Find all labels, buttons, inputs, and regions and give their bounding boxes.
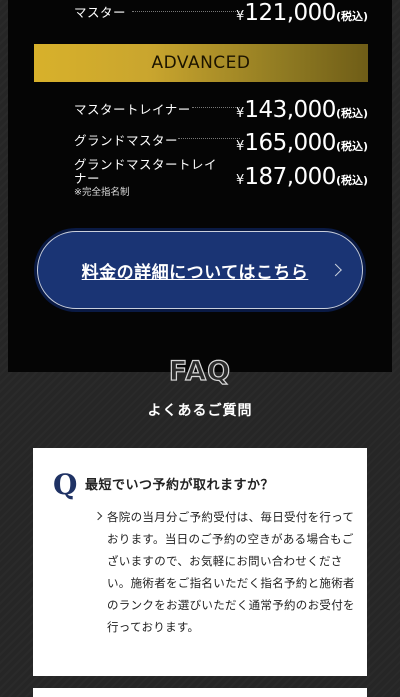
price-label: マスター: [74, 5, 127, 20]
price-value: ¥121,000(税込): [236, 0, 368, 26]
dotted-leader: [192, 107, 240, 108]
faq-question: 最短でいつ予約が取れますか？: [85, 478, 275, 493]
pricing-details-button[interactable]: 料金の詳細についてはこちら: [37, 231, 363, 309]
price-value: ¥187,000(税込): [236, 164, 368, 190]
advanced-label: ADVANCED: [151, 53, 251, 73]
faq-subtitle: よくあるご質問: [147, 403, 253, 419]
price-row-grand-master: グランドマスター ¥165,000(税込): [74, 126, 370, 156]
price-label: マスタートレイナー: [74, 102, 191, 117]
designation-note: ※完全指名制: [74, 187, 130, 198]
price-label: グランドマスター: [74, 133, 179, 148]
faq-answer: 各院の当月分ご予約受付は、毎日受付を行っております。当日のご予約の空きがある場合…: [107, 510, 355, 634]
price-row-master: マスター ¥121,000(税込): [74, 0, 370, 30]
dotted-leader: [132, 11, 242, 12]
price-value: ¥143,000(税込): [236, 97, 368, 123]
price-row-master-trainer: マスタートレイナー ¥143,000(税込): [74, 93, 370, 123]
pricing-details-button-frame: 料金の詳細についてはこちら: [34, 228, 366, 312]
chevron-right-icon: [329, 263, 342, 277]
question-mark-icon: Q: [53, 468, 78, 501]
advanced-header: ADVANCED: [34, 44, 368, 82]
faq-item[interactable]: Q 最短でいつ予約が取れますか？ 各院の当月分ご予約受付は、毎日受付を行っており…: [33, 448, 367, 676]
faq-title: FAQ: [168, 355, 232, 387]
price-label: グランドマスタートレイナー: [74, 157, 218, 186]
dotted-leader: [178, 138, 240, 139]
chevron-right-icon: [93, 511, 103, 521]
page: マスター ¥121,000(税込) ADVANCED マスタートレイナー ¥14…: [0, 0, 400, 697]
price-value: ¥165,000(税込): [236, 130, 368, 156]
pricing-details-link[interactable]: 料金の詳細についてはこちら: [82, 258, 309, 283]
faq-item-next[interactable]: [33, 688, 367, 697]
